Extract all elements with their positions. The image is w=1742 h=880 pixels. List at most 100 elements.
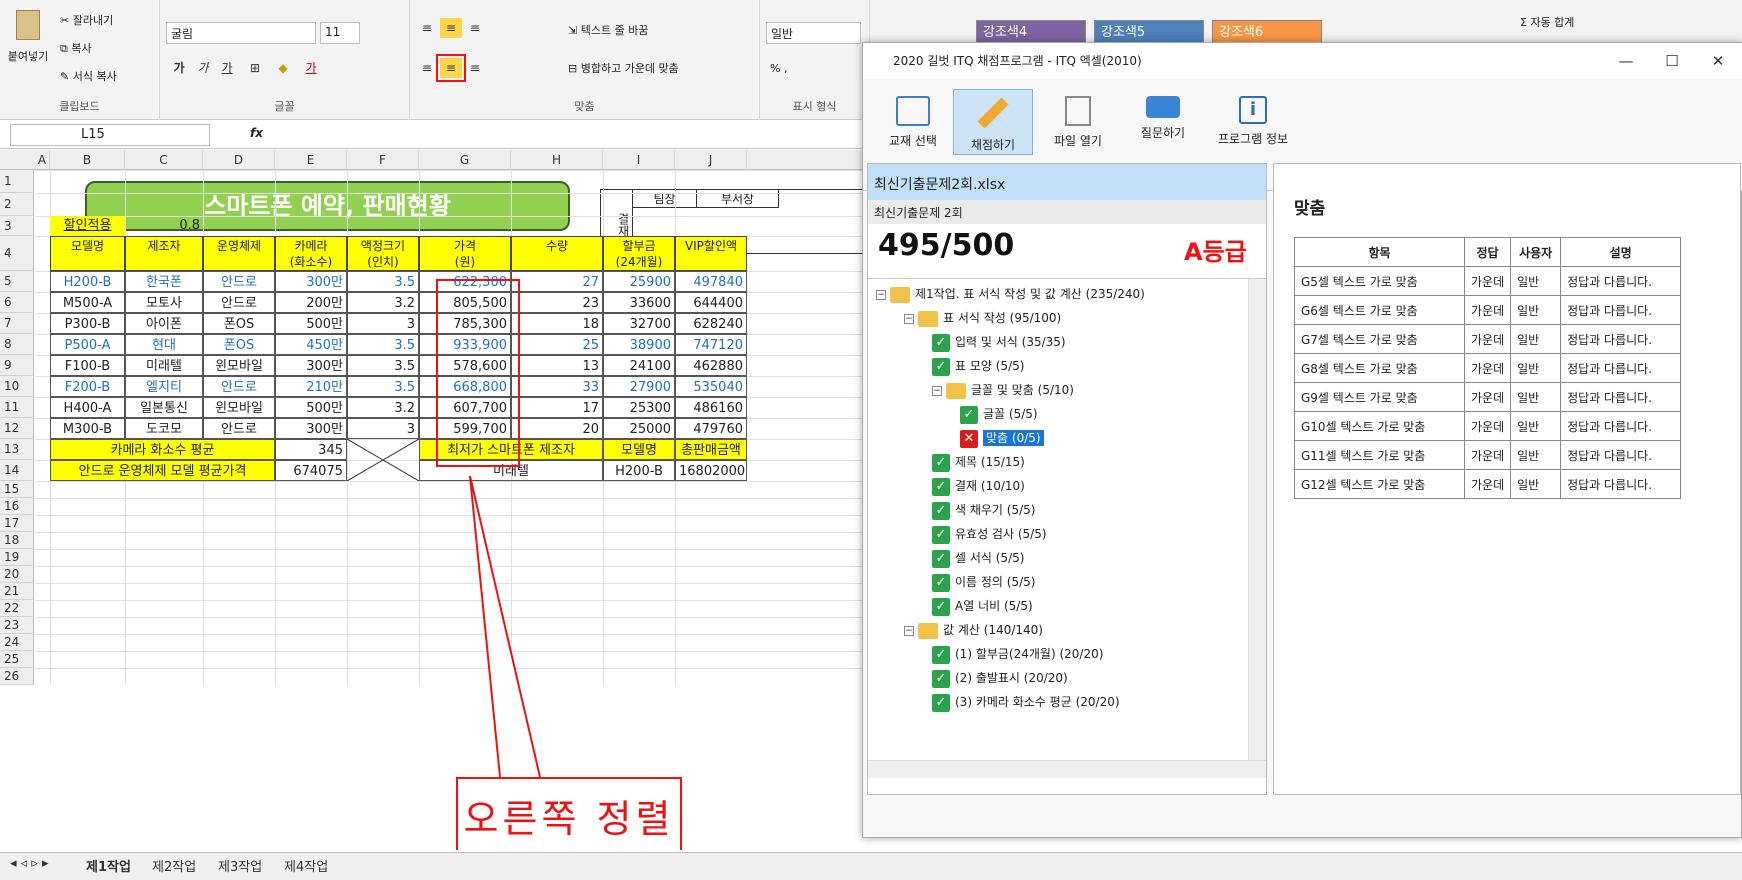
tab-nav-icon[interactable]: ◂ ◃ ▹ ▸ bbox=[10, 856, 49, 871]
grade-badge: A등급 bbox=[1184, 238, 1247, 266]
wrap-text-icon: ⇲ bbox=[568, 24, 581, 37]
worksheet: ABCDEFGHIJ 1 2 3 4 5 6 7 8 9 10 11 12 13 14 15 16 17 18 19… bbox=[0, 150, 870, 850]
tree-horizontal-scrollbar[interactable] bbox=[868, 760, 1266, 778]
align-left-icon[interactable]: ≡ bbox=[416, 58, 438, 78]
align-right-icon[interactable]: ≡ bbox=[464, 58, 486, 78]
number-format-combo[interactable]: 일반 bbox=[766, 22, 861, 44]
paste-button[interactable]: 붙여넣기 bbox=[6, 10, 50, 80]
ask-question-button[interactable]: 질문하기 bbox=[1123, 89, 1203, 155]
tree-node[interactable]: ✓ 입력 및 서식 (35/35) bbox=[932, 331, 1066, 353]
wrap-text-button[interactable]: ⇲ 텍스트 줄 바꿈 bbox=[568, 22, 648, 38]
font-size-combo[interactable]: 11 bbox=[320, 22, 360, 44]
align-top-icon[interactable]: ≡ bbox=[416, 18, 438, 38]
minimize-icon[interactable]: — bbox=[1603, 43, 1649, 79]
tree-node[interactable]: ✓ 글꼴 (5/5) bbox=[960, 403, 1038, 425]
tree-node[interactable]: ✓ (1) 할부금(24개월) (20/20) bbox=[932, 643, 1103, 665]
style-accent6[interactable]: 강조색6 bbox=[1212, 20, 1322, 44]
detail-title: 맞춤 bbox=[1294, 199, 1326, 219]
detail-cell: 일반 bbox=[1510, 353, 1562, 383]
grader-window: 2020 길벗 ITQ 채점프로그램 - ITQ 엑셀(2010) — ☐ ✕ … bbox=[862, 42, 1742, 838]
tree-node[interactable]: ✓ 제목 (15/15) bbox=[932, 451, 1025, 473]
tree-node[interactable]: ✓ 유효성 검사 (5/5) bbox=[932, 523, 1047, 545]
tab-sheet4[interactable]: 제4작업 bbox=[284, 856, 328, 875]
expand-toggle-icon[interactable]: − bbox=[904, 625, 914, 636]
style-accent4[interactable]: 강조색4 bbox=[976, 20, 1086, 44]
check-icon: ✓ bbox=[932, 693, 950, 712]
callout-arrow bbox=[469, 475, 541, 778]
detail-header: 설명 bbox=[1560, 237, 1682, 267]
detail-cell: 가운데 bbox=[1463, 382, 1512, 412]
style-accent5[interactable]: 강조색5 bbox=[1094, 20, 1204, 44]
detail-cell: G10셀 텍스트 가로 맞춤 bbox=[1294, 411, 1465, 441]
grade-button[interactable]: 채점하기 bbox=[953, 89, 1033, 155]
tree-node-label: 제1작업. 표 서식 작성 및 값 계산 (235/240) bbox=[915, 287, 1145, 301]
error-icon: ✕ bbox=[960, 429, 978, 448]
tree-node-label: 값 계산 (140/140) bbox=[943, 623, 1043, 637]
tree-node[interactable]: − 제1작업. 표 서식 작성 및 값 계산 (235/240) bbox=[876, 283, 1145, 305]
scoring-tree[interactable]: − 제1작업. 표 서식 작성 및 값 계산 (235/240) − 표 서식 작성 … bbox=[868, 278, 1266, 778]
tree-node[interactable]: ✓ 셀 서식 (5/5) bbox=[932, 547, 1024, 569]
detail-cell: G11셀 텍스트 가로 맞춤 bbox=[1294, 440, 1465, 470]
program-info-button[interactable]: i 프로그램 정보 bbox=[1208, 89, 1298, 155]
border-icon[interactable]: ⊞ bbox=[244, 58, 266, 78]
align-center-icon[interactable]: ≡ bbox=[436, 54, 466, 82]
fx-icon[interactable]: fx bbox=[250, 126, 263, 140]
tree-node-label: 맞춤 (0/5) bbox=[983, 430, 1044, 446]
italic-button[interactable]: 가 bbox=[192, 58, 214, 78]
tree-node[interactable]: − 값 계산 (140/140) bbox=[904, 619, 1043, 641]
merge-center-button[interactable]: ⊟ 병합하고 가운데 맞춤 bbox=[568, 60, 679, 76]
tree-node-label: (2) 출발표시 (20/20) bbox=[955, 671, 1068, 685]
brush-icon: ✎ bbox=[60, 70, 73, 83]
underline-button[interactable]: 가 bbox=[216, 58, 238, 78]
tree-node[interactable]: ✓ 표 모양 (5/5) bbox=[932, 355, 1024, 377]
info-icon: i bbox=[1239, 96, 1267, 124]
number-group: 일반 % , 표시 형식 bbox=[760, 0, 870, 120]
copy-button[interactable]: ⧉ 복사 bbox=[60, 40, 92, 56]
tree-node[interactable]: ✓ 이름 정의 (5/5) bbox=[932, 571, 1035, 593]
detail-cell: 정답과 다릅니다. bbox=[1560, 266, 1682, 296]
open-file-button[interactable]: 파일 열기 bbox=[1038, 89, 1118, 155]
tab-sheet3[interactable]: 제3작업 bbox=[218, 856, 262, 875]
tree-node[interactable]: − 표 서식 작성 (95/100) bbox=[904, 307, 1061, 329]
detail-row: G6셀 텍스트 가로 맞춤 가운데 일반 정답과 다릅니다. bbox=[1294, 295, 1682, 325]
detail-cell: 가운데 bbox=[1463, 353, 1512, 383]
bold-button[interactable]: 가 bbox=[168, 58, 190, 78]
format-painter-button[interactable]: ✎ 서식 복사 bbox=[60, 68, 117, 84]
align-bottom-icon[interactable]: ≡ bbox=[464, 18, 486, 38]
tree-node[interactable]: ✓ (3) 카메라 화소수 평균 (20/20) bbox=[932, 691, 1120, 713]
tree-node[interactable]: ✓ A열 너비 (5/5) bbox=[932, 595, 1033, 617]
check-icon: ✓ bbox=[932, 453, 950, 472]
name-box[interactable]: L15 bbox=[10, 124, 210, 146]
expand-toggle-icon[interactable]: − bbox=[904, 313, 914, 324]
autosum-button[interactable]: Σ 자동 합계 bbox=[1520, 14, 1574, 30]
expand-toggle-icon[interactable]: − bbox=[876, 289, 886, 300]
tree-node[interactable]: − 글꼴 및 맞춤 (5/10) bbox=[932, 379, 1074, 401]
book-select-button[interactable]: 교재 선택 bbox=[873, 89, 953, 155]
callout-pointer bbox=[436, 279, 541, 778]
detail-row: G7셀 텍스트 가로 맞춤 가운데 일반 정답과 다릅니다. bbox=[1294, 324, 1682, 354]
detail-cell: 일반 bbox=[1510, 295, 1562, 325]
paste-label: 붙여넣기 bbox=[7, 50, 49, 63]
align-middle-icon[interactable]: ≡ bbox=[440, 18, 462, 38]
detail-cell: 가운데 bbox=[1463, 469, 1512, 499]
tree-vertical-scrollbar[interactable] bbox=[1248, 279, 1266, 765]
tree-node-label: 글꼴 및 맞춤 (5/10) bbox=[971, 383, 1074, 397]
detail-cell: 일반 bbox=[1510, 324, 1562, 354]
cut-button[interactable]: ✂ 잘라내기 bbox=[60, 12, 113, 28]
maximize-icon[interactable]: ☐ bbox=[1649, 43, 1695, 79]
fill-color-icon[interactable]: ◆ bbox=[272, 58, 294, 78]
tab-sheet1[interactable]: 제1작업 bbox=[86, 856, 131, 875]
scissors-icon: ✂ bbox=[60, 14, 73, 27]
tree-node[interactable]: ✕ 맞춤 (0/5) bbox=[960, 427, 1044, 449]
tree-node[interactable]: ✓ (2) 출발표시 (20/20) bbox=[932, 667, 1068, 689]
expand-toggle-icon[interactable]: − bbox=[932, 385, 942, 396]
font-color-button[interactable]: 가 bbox=[300, 58, 322, 78]
tree-node[interactable]: ✓ 색 채우기 (5/5) bbox=[932, 499, 1035, 521]
tab-sheet2[interactable]: 제2작업 bbox=[152, 856, 196, 875]
tree-node[interactable]: ✓ 결재 (10/10) bbox=[932, 475, 1025, 497]
percent-icon[interactable]: % , bbox=[770, 62, 787, 75]
close-icon[interactable]: ✕ bbox=[1695, 43, 1741, 79]
detail-row: G10셀 텍스트 가로 맞춤 가운데 일반 정답과 다릅니다. bbox=[1294, 411, 1682, 441]
font-name-combo[interactable]: 굴림 bbox=[166, 22, 316, 44]
detail-cell: 가운데 bbox=[1463, 266, 1512, 296]
